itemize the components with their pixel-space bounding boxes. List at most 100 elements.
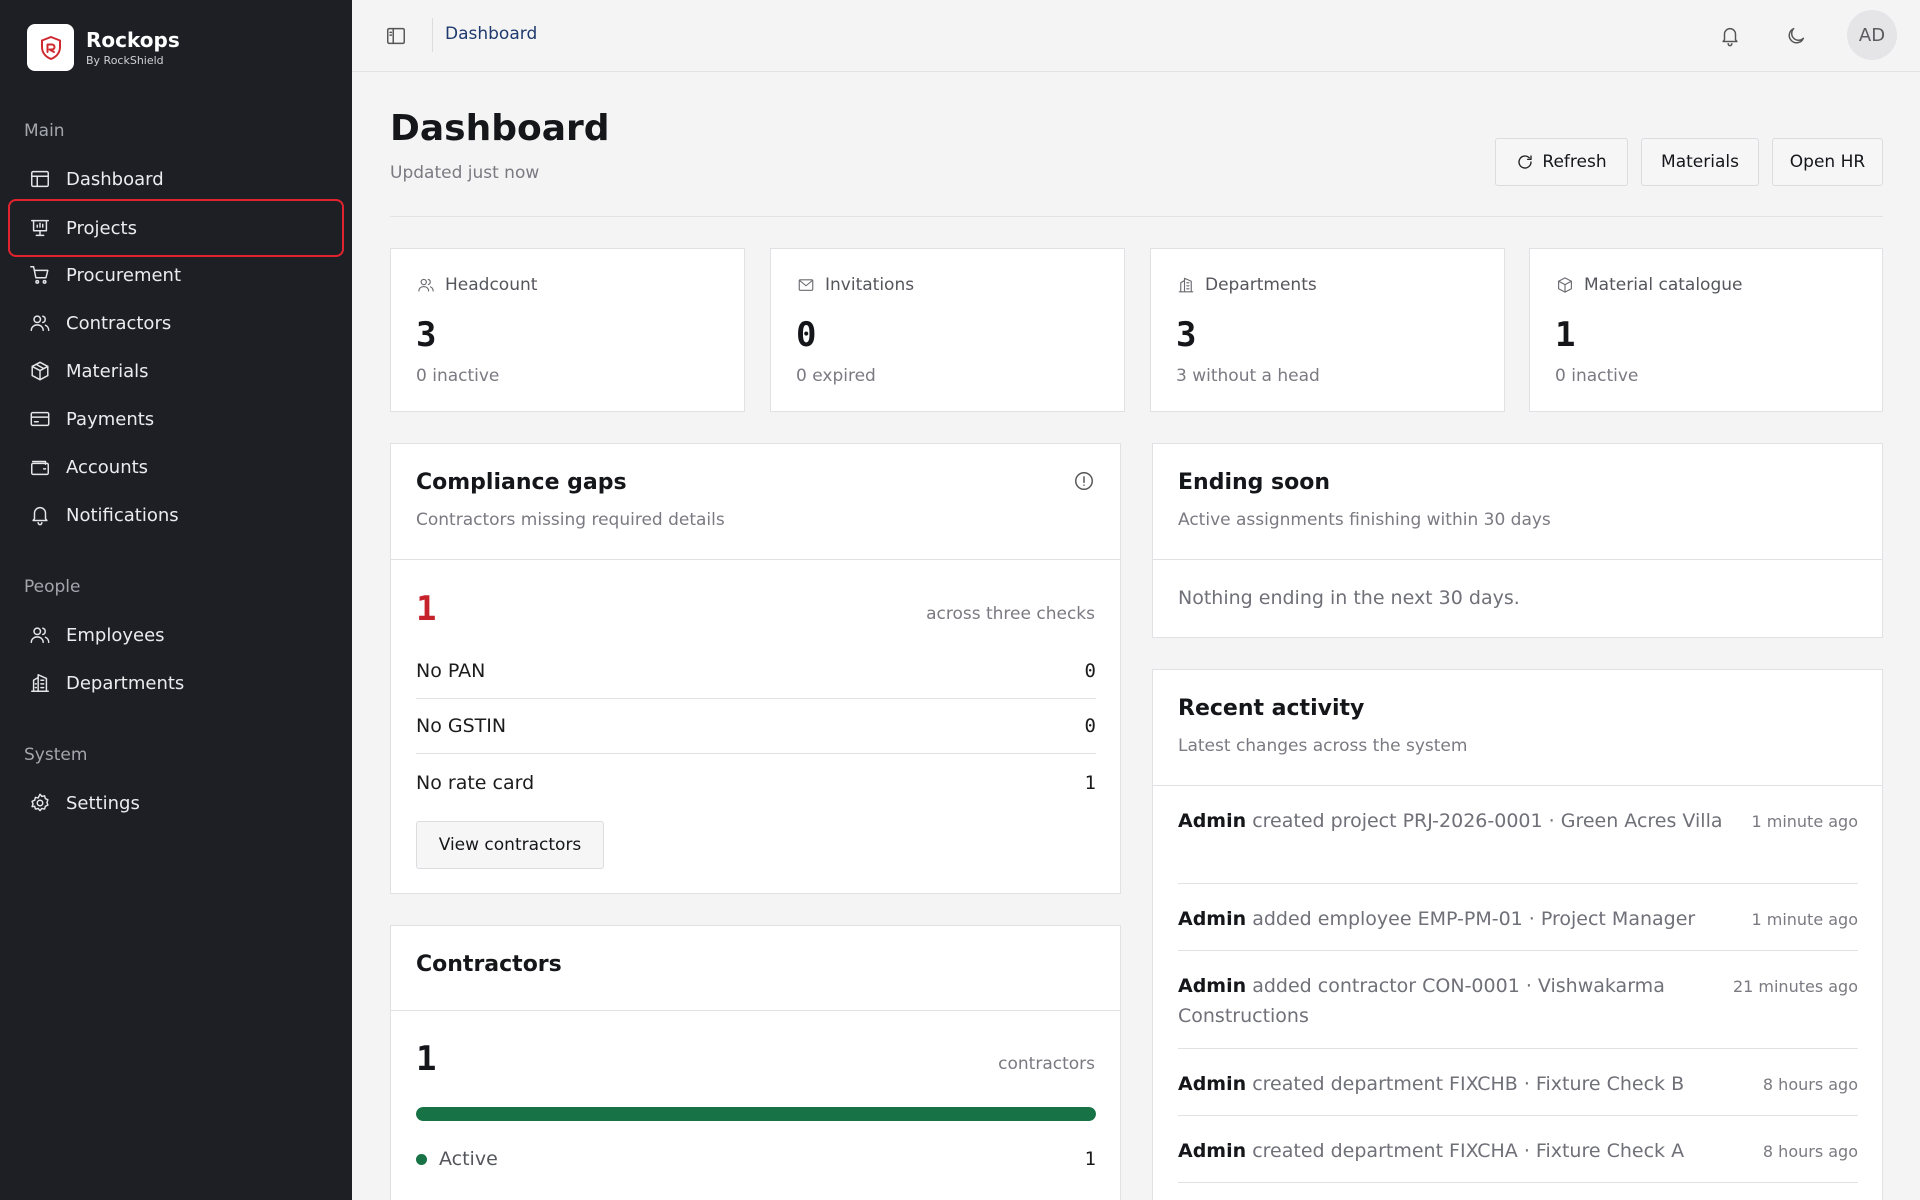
avatar[interactable]: AD (1847, 10, 1897, 60)
contractors-total: 1 (416, 1039, 437, 1079)
nav-group-system: System (24, 745, 88, 765)
activity-time: 8 hours ago (1762, 1075, 1858, 1094)
check-count: 0 (1084, 715, 1096, 737)
panel-title: Compliance gaps (416, 470, 627, 495)
panel-subtitle: Contractors missing required details (416, 510, 725, 530)
moon-icon[interactable] (1782, 22, 1810, 50)
legend-label: Active (439, 1148, 498, 1170)
panel-title: Recent activity (1178, 696, 1365, 721)
status-dot (416, 1153, 427, 1165)
package-icon (28, 359, 52, 383)
topbar: Dashboard AD (352, 0, 1920, 72)
users-icon (28, 311, 52, 335)
stat-label: Headcount (445, 275, 538, 295)
users-icon (418, 278, 434, 292)
stat-label: Material catalogue (1584, 275, 1743, 295)
sidebar-item-payments[interactable]: Payments (8, 395, 344, 443)
sidebar-item-label: Settings (66, 792, 140, 814)
open-hr-button[interactable]: Open HR (1772, 138, 1883, 186)
sidebar: Rockops By RockShield Main Dashboard Pro… (0, 0, 352, 1200)
stat-card-invitations[interactable]: Invitations 0 0 expired (770, 248, 1125, 412)
info-icon[interactable] (1073, 470, 1095, 492)
stat-label: Invitations (825, 275, 915, 295)
header-divider (390, 216, 1883, 217)
activity-item[interactable]: Admin added contractor CON-0001 · Vishwa… (1178, 951, 1858, 1049)
sidebar-item-procurement[interactable]: Procurement (8, 251, 344, 299)
materials-button[interactable]: Materials (1641, 138, 1759, 186)
sidebar-item-label: Notifications (66, 504, 179, 526)
activity-item[interactable]: Admin created department FIXCHA · Fixtur… (1178, 1116, 1858, 1183)
activity-item[interactable]: Admin added employee EMP-PM-01 · Project… (1178, 884, 1858, 951)
ending-soon-card: Ending soon Active assignments finishing… (1152, 443, 1883, 638)
sidebar-item-departments[interactable]: Departments (8, 659, 344, 707)
sidebar-item-notifications[interactable]: Notifications (8, 491, 344, 539)
sidebar-item-projects[interactable]: Projects (8, 199, 344, 257)
bell-icon[interactable] (1716, 22, 1744, 50)
sidebar-item-settings[interactable]: Settings (8, 779, 344, 827)
layout-icon (28, 167, 52, 191)
refresh-button[interactable]: Refresh (1495, 138, 1628, 186)
contractors-card: Contractors 1 contractors Active 1 (390, 925, 1121, 1200)
activity-time: 1 minute ago (1751, 910, 1858, 929)
check-label: No rate card (416, 771, 535, 794)
compliance-note: across three checks (926, 604, 1095, 624)
presentation-icon (28, 216, 52, 240)
activity-item[interactable]: Admin created project PRJ-2026-0001 · Gr… (1178, 786, 1858, 884)
stat-value: 1 (1555, 315, 1576, 355)
stat-card-headcount[interactable]: Headcount 3 0 inactive (390, 248, 745, 412)
activity-time: 8 hours ago (1762, 1142, 1858, 1161)
panel-subtitle: Latest changes across the system (1178, 736, 1468, 756)
sidebar-item-contractors[interactable]: Contractors (8, 299, 344, 347)
activity-actor: Admin (1178, 810, 1247, 832)
stat-subtext: 0 expired (796, 366, 876, 386)
bell-icon (28, 503, 52, 527)
cart-icon (28, 263, 52, 287)
stat-card-departments[interactable]: Departments 3 3 without a head (1150, 248, 1505, 412)
compliance-total: 1 (416, 589, 437, 629)
sidebar-item-label: Dashboard (66, 168, 164, 190)
activity-actor: Admin (1178, 908, 1247, 930)
check-label: No GSTIN (416, 715, 507, 737)
recent-activity-card: Recent activity Latest changes across th… (1152, 669, 1883, 1200)
sidebar-item-label: Materials (66, 360, 149, 382)
topbar-divider (432, 18, 433, 52)
ending-soon-empty: Nothing ending in the next 30 days. (1178, 587, 1520, 609)
breadcrumb[interactable]: Dashboard (445, 24, 537, 44)
activity-actor: Admin (1178, 1140, 1247, 1162)
brand-subtitle: By RockShield (86, 53, 164, 67)
wallet-icon (28, 455, 52, 479)
activity-time: 21 minutes ago (1732, 977, 1858, 996)
sidebar-toggle-icon[interactable] (384, 24, 408, 48)
panel-title: Contractors (416, 952, 562, 977)
stat-subtext: 0 inactive (416, 366, 500, 386)
view-contractors-button[interactable]: View contractors (416, 821, 604, 869)
contractors-progress-fill (416, 1107, 1096, 1121)
stat-value: 3 (1176, 315, 1197, 355)
contractors-progress-bar (416, 1107, 1096, 1121)
activity-item[interactable]: Admin created department FIXCHB · Fixtur… (1178, 1049, 1858, 1116)
activity-text: created department FIXCHA · Fixture Chec… (1252, 1140, 1685, 1162)
sidebar-item-accounts[interactable]: Accounts (8, 443, 344, 491)
check-label: No PAN (416, 660, 486, 682)
sidebar-item-label: Payments (66, 408, 155, 430)
sidebar-item-materials[interactable]: Materials (8, 347, 344, 395)
sidebar-item-dashboard[interactable]: Dashboard (8, 155, 344, 203)
legend-count: 1 (1084, 1148, 1096, 1170)
activity-text: created department FIXCHB · Fixture Chec… (1252, 1073, 1685, 1095)
sidebar-item-employees[interactable]: Employees (8, 611, 344, 659)
stat-card-material-catalogue[interactable]: Material catalogue 1 0 inactive (1529, 248, 1883, 412)
sidebar-item-label: Employees (66, 624, 165, 646)
activity-text: added contractor CON-0001 · Vishwakarma … (1178, 975, 1665, 1027)
panel-subtitle: Active assignments finishing within 30 d… (1178, 510, 1551, 530)
stat-subtext: 0 inactive (1555, 366, 1639, 386)
stat-value: 0 (796, 315, 817, 355)
credit-card-icon (28, 407, 52, 431)
compliance-gaps-card: Compliance gaps Contractors missing requ… (390, 443, 1121, 894)
sidebar-item-label: Departments (66, 672, 185, 694)
brand[interactable]: Rockops By RockShield (27, 24, 180, 71)
refresh-button-label: Refresh (1542, 152, 1607, 172)
check-row-no-rate-card: No rate card 1 (416, 755, 1096, 810)
activity-actor: Admin (1178, 1073, 1247, 1095)
activity-text: created project PRJ-2026-0001 · Green Ac… (1252, 810, 1723, 832)
building-icon (28, 671, 52, 695)
